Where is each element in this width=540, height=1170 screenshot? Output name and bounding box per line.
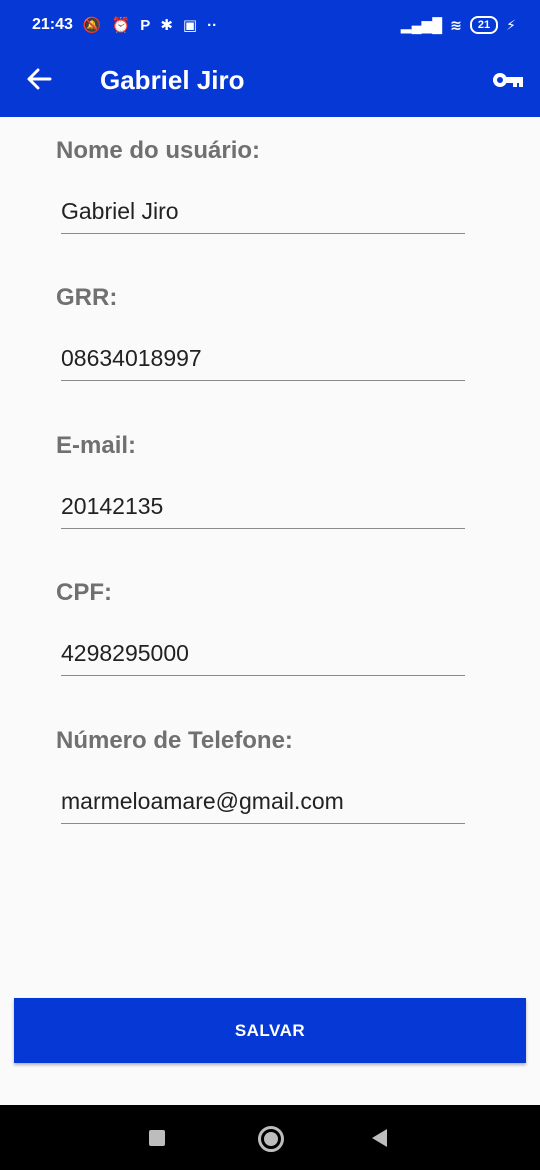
cpf-input[interactable]: [61, 637, 465, 676]
wifi-icon: ≋: [450, 16, 462, 33]
app-bar: Gabriel Jiro: [0, 50, 540, 117]
gallery-icon: ▣: [182, 17, 198, 34]
charging-icon: ⚡: [506, 16, 516, 33]
mute-icon: 🔕: [82, 17, 102, 34]
recent-apps-icon[interactable]: [149, 1130, 165, 1146]
email-label: E-mail:: [56, 432, 137, 459]
username-input[interactable]: [61, 195, 465, 234]
back-button[interactable]: [24, 64, 54, 94]
slack-icon: ✱: [160, 17, 173, 34]
status-time: 21:43: [32, 16, 73, 33]
username-label: Nome do usuário:: [56, 137, 261, 164]
arrow-left-icon: [27, 68, 52, 90]
save-button[interactable]: SALVAR: [14, 998, 526, 1063]
home-icon[interactable]: [258, 1126, 284, 1152]
phone-input[interactable]: [61, 785, 465, 824]
grr-input[interactable]: [61, 342, 465, 381]
page-title: Gabriel Jiro: [100, 65, 245, 95]
phone-label: Número de Telefone:: [56, 727, 293, 754]
status-right: ▂▄▆█ ≋ 21 ⚡: [401, 16, 516, 34]
grr-label: GRR:: [56, 284, 118, 311]
more-dots-icon: ··: [207, 16, 218, 34]
p-icon: P: [140, 16, 151, 34]
status-bar: 21:43 🔕 ⏰ P ✱ ▣ ·· ▂▄▆█ ≋ 21 ⚡: [0, 0, 540, 50]
cpf-label: CPF:: [56, 579, 112, 606]
signal-icon: ▂▄▆█: [400, 16, 443, 33]
change-password-button[interactable]: [490, 65, 526, 95]
battery-icon: 21: [469, 16, 499, 34]
status-left: 21:43 🔕 ⏰ P ✱ ▣ ··: [32, 16, 217, 34]
email-input[interactable]: [61, 490, 465, 529]
alarm-icon: ⏰: [111, 17, 131, 34]
battery-level: 21: [477, 19, 491, 31]
system-nav-bar: [0, 1105, 540, 1170]
nav-back-icon[interactable]: [372, 1129, 387, 1147]
key-icon: [493, 73, 523, 87]
